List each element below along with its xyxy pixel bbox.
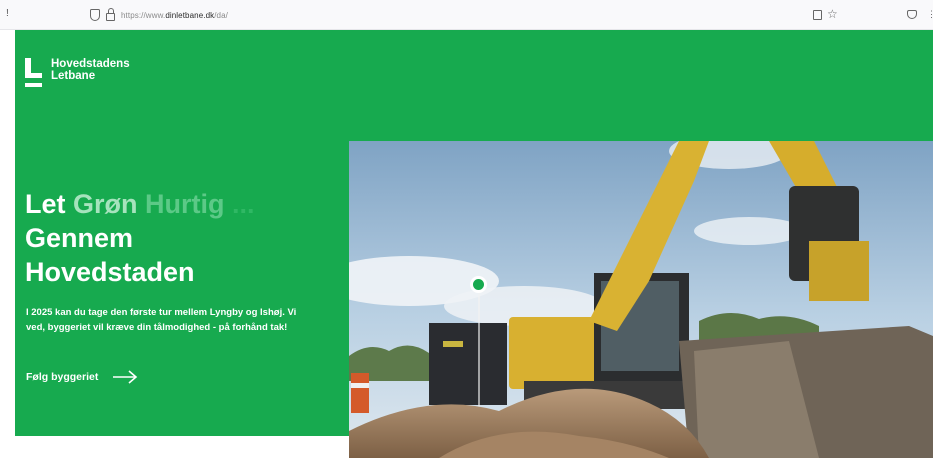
follow-label: Følg byggeriet: [26, 371, 99, 383]
nav-glyph[interactable]: !: [6, 8, 9, 19]
tracking-shield-icon[interactable]: [90, 9, 100, 21]
follow-construction-link[interactable]: Følg byggeriet: [26, 370, 138, 384]
url-host: dinletbane.dk: [165, 10, 215, 20]
logo-line1: Hovedstadens: [51, 58, 130, 70]
tagline-row: Let Grøn Hurtig ...: [25, 187, 255, 221]
tagline-word-let: Let: [25, 189, 66, 219]
arrow-right-icon: [113, 370, 138, 384]
hotspot-marker[interactable]: [470, 276, 487, 293]
pocket-icon[interactable]: [907, 10, 917, 19]
site-logo[interactable]: Hovedstadens Letbane: [25, 58, 130, 92]
logo-text: Hovedstadens Letbane: [51, 58, 130, 92]
more-icon[interactable]: ⋮: [927, 9, 933, 20]
url-text[interactable]: https://www.dinletbane.dk/da/: [121, 11, 228, 20]
bookmark-star-icon[interactable]: ☆: [827, 7, 838, 21]
headline-line2: Gennem: [25, 223, 134, 253]
logo-mark-icon: [25, 58, 43, 92]
hero-lead-text: I 2025 kan du tage den første tur mellem…: [26, 307, 297, 333]
address-bar[interactable]: https://www.dinletbane.dk/da/: [90, 0, 228, 30]
hero-headline: Let Grøn Hurtig ... Gennem Hovedstaden: [25, 187, 255, 289]
lock-icon[interactable]: [106, 8, 115, 21]
logo-line2: Letbane: [51, 70, 96, 82]
tagline-word-hurtig: Hurtig: [145, 189, 225, 219]
url-path: /da/: [214, 10, 228, 20]
reader-view-icon[interactable]: [813, 10, 822, 20]
headline-line3: Hovedstaden: [25, 257, 195, 287]
tagline-word-fading: ...: [232, 189, 255, 219]
url-scheme: https://www.: [121, 10, 166, 20]
excavator-illustration: [349, 141, 933, 458]
browser-toolbar: ! https://www.dinletbane.dk/da/ ☆ ⋮: [0, 0, 933, 30]
hero-photo-excavator: [349, 141, 933, 458]
tagline-word-gron: Grøn: [73, 189, 138, 219]
